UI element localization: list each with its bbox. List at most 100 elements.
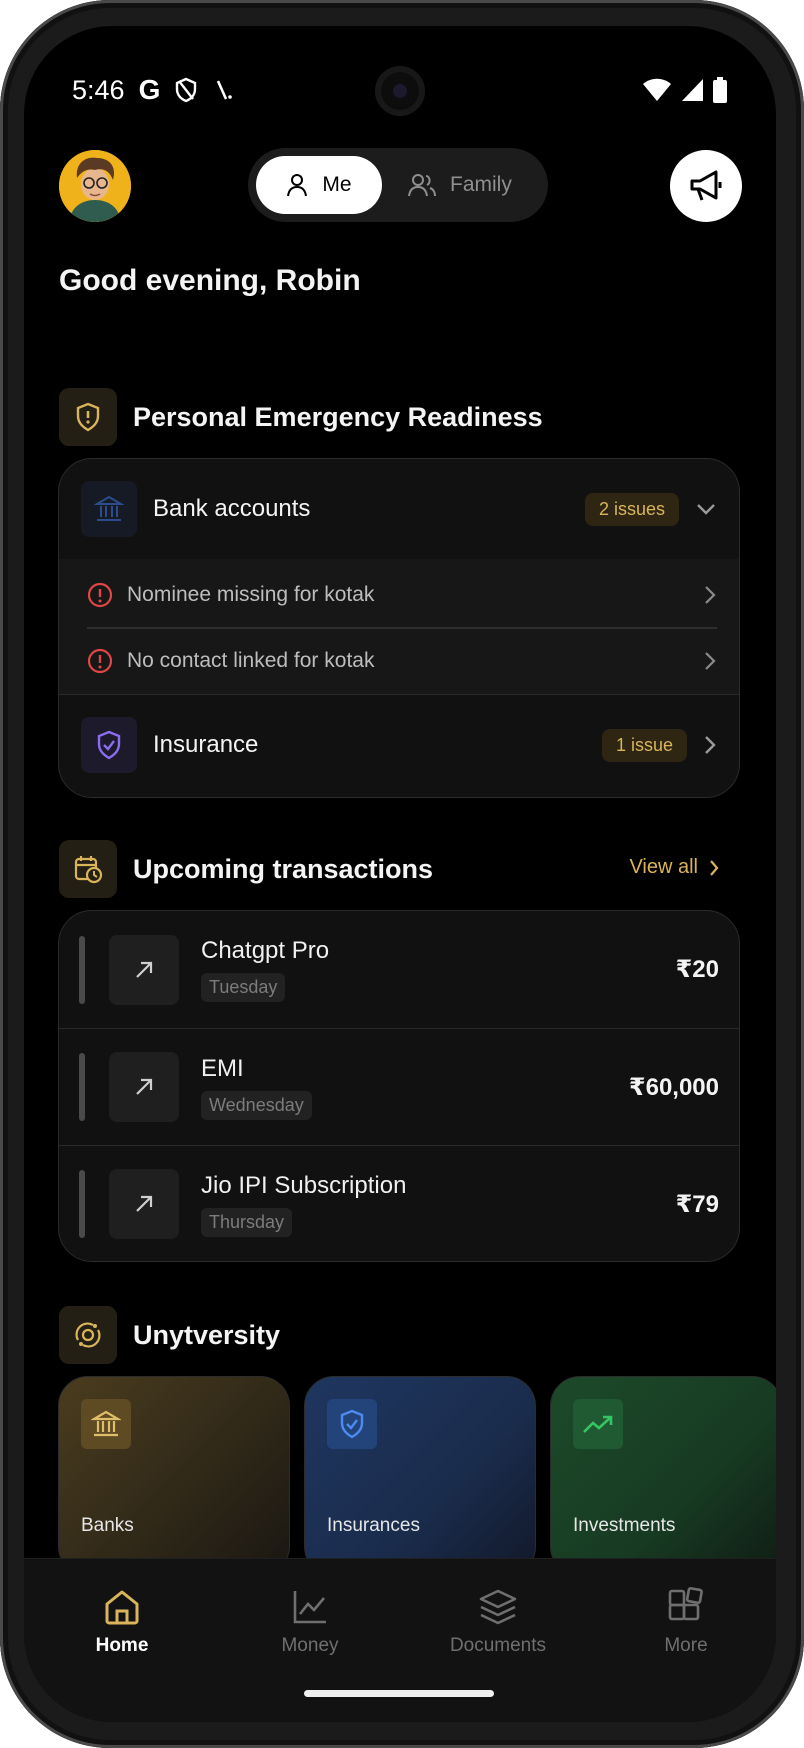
avatar-illustration [59, 150, 131, 222]
transaction-icon-box [109, 1052, 179, 1122]
avatar[interactable] [59, 150, 131, 222]
transactions-icon-box [59, 840, 117, 898]
google-icon: G [138, 74, 161, 105]
home-icon [105, 1590, 139, 1625]
tile-banks[interactable]: Banks [58, 1376, 290, 1576]
issue-row[interactable]: No contact linked for kotak [87, 631, 717, 691]
transaction-amount: ₹20 [675, 956, 719, 983]
view-all-label: View all [629, 856, 698, 878]
tile-label: Investments [573, 1515, 676, 1536]
transaction-name: Jio IPI Subscription [201, 1171, 407, 1199]
orbit-icon [75, 1322, 101, 1348]
wifi-icon [643, 78, 671, 101]
tile-insurances[interactable]: Insurances [304, 1376, 536, 1576]
bank-accounts-row[interactable]: Bank accounts 2 issues [59, 459, 739, 559]
transaction-amount: ₹79 [675, 1190, 719, 1218]
readiness-header: Personal Emergency Readiness [59, 388, 543, 446]
users-icon [408, 174, 436, 197]
nav-money-label: Money [281, 1635, 339, 1656]
chevron-right-icon [705, 652, 716, 670]
profile-switcher: Me Family [248, 148, 548, 222]
user-icon [287, 174, 308, 197]
phone-frame: 5:46 G Me Family Good evening, Robin Per… [0, 0, 804, 1748]
segment-family-label: Family [450, 173, 512, 196]
arrow-up-right-icon [136, 1078, 153, 1095]
transaction-row[interactable]: Chatgpt Pro Tuesday ₹20 [59, 911, 739, 1028]
nav-documents-label: Documents [449, 1635, 547, 1656]
tile-label: Banks [81, 1515, 134, 1536]
transaction-name: Chatgpt Pro [201, 937, 330, 964]
bank-issues-badge: 2 issues [584, 492, 679, 526]
insurance-row[interactable]: Insurance 1 issue [59, 695, 739, 795]
issue-text: Nominee missing for kotak [127, 583, 375, 606]
alert-circle-icon [87, 648, 113, 674]
segment-me[interactable]: Me [256, 156, 382, 214]
issue-row[interactable]: Nominee missing for kotak [87, 565, 717, 625]
nav-more[interactable]: More [606, 1587, 766, 1657]
transaction-info: Jio IPI Subscription Thursday [201, 1172, 676, 1237]
megaphone-icon [690, 170, 722, 201]
nav-home-label: Home [95, 1635, 149, 1656]
bank-icon-box [81, 481, 137, 537]
transaction-indicator [79, 1053, 85, 1121]
trend-up-icon [583, 1415, 613, 1433]
readiness-title: Personal Emergency Readiness [133, 401, 543, 432]
signal-icon [682, 79, 703, 101]
tile-icon-box [573, 1399, 623, 1449]
transaction-amount: ₹60,000 [628, 1073, 719, 1101]
transaction-day: Wednesday [201, 1090, 312, 1120]
greeting-title: Good evening, Robin [59, 264, 361, 297]
bank-icon [94, 495, 124, 521]
transactions-title: Upcoming transactions [133, 853, 434, 884]
front-camera [375, 66, 425, 116]
transaction-row[interactable]: EMI Wednesday ₹60,000 [59, 1028, 739, 1145]
nav-home[interactable]: Home [42, 1587, 202, 1657]
readiness-card: Bank accounts 2 issues Nominee missing f… [58, 458, 740, 798]
tile-investments[interactable]: Investments [550, 1376, 776, 1576]
chevron-right-icon [710, 859, 719, 876]
tile-label: Insurances [327, 1515, 420, 1536]
university-header: Unytversity [59, 1306, 280, 1364]
transactions-card: Chatgpt Pro Tuesday ₹20 EMI Wednesday ₹6… [58, 910, 740, 1262]
bank-icon [91, 1410, 121, 1437]
nav-money[interactable]: Money [230, 1587, 390, 1657]
chevron-right-icon [705, 586, 716, 604]
transaction-info: EMI Wednesday [201, 1055, 629, 1120]
view-all-link[interactable]: View all [629, 856, 720, 879]
insurance-label: Insurance [153, 731, 259, 758]
transaction-info: Chatgpt Pro Tuesday [201, 937, 676, 1002]
tile-icon-box [81, 1399, 131, 1449]
shield-off-icon [176, 77, 197, 103]
alert-circle-icon [87, 582, 113, 608]
screen: 5:46 G Me Family Good evening, Robin Per… [24, 26, 776, 1722]
shield-check-icon [340, 1409, 364, 1439]
segment-family[interactable]: Family [408, 156, 512, 214]
insurance-icon-box [81, 717, 137, 773]
transaction-row[interactable]: Jio IPI Subscription Thursday ₹79 [59, 1145, 739, 1261]
issue-text: No contact linked for kotak [127, 649, 375, 672]
transactions-header: Upcoming transactions [59, 840, 433, 898]
bottom-nav: Home Money Documents More [24, 1558, 776, 1722]
bank-issues-list: Nominee missing for kotak No contact lin… [59, 559, 739, 695]
insurance-issues-badge: 1 issue [601, 728, 687, 762]
transaction-day: Thursday [201, 1207, 293, 1237]
chart-line-icon [293, 1591, 326, 1624]
shield-alert-icon [76, 402, 100, 432]
chevron-right-icon [705, 736, 716, 754]
shield-check-icon [97, 730, 121, 760]
chevron-down-icon[interactable] [695, 502, 717, 516]
divider [87, 627, 717, 629]
bank-accounts-label: Bank accounts [153, 495, 311, 522]
readiness-icon-box [59, 388, 117, 446]
transaction-day: Tuesday [201, 973, 286, 1002]
calendar-clock-icon [74, 856, 103, 884]
university-tiles: Banks Insurances Investments [58, 1376, 776, 1576]
nav-more-label: More [664, 1635, 708, 1656]
university-title: Unytversity [133, 1319, 281, 1350]
home-indicator[interactable] [304, 1690, 494, 1697]
arrow-up-right-icon [136, 961, 153, 978]
transaction-name: EMI [201, 1054, 244, 1082]
nav-documents[interactable]: Documents [418, 1587, 578, 1657]
university-icon-box [59, 1306, 117, 1364]
announcements-button[interactable] [670, 150, 742, 222]
